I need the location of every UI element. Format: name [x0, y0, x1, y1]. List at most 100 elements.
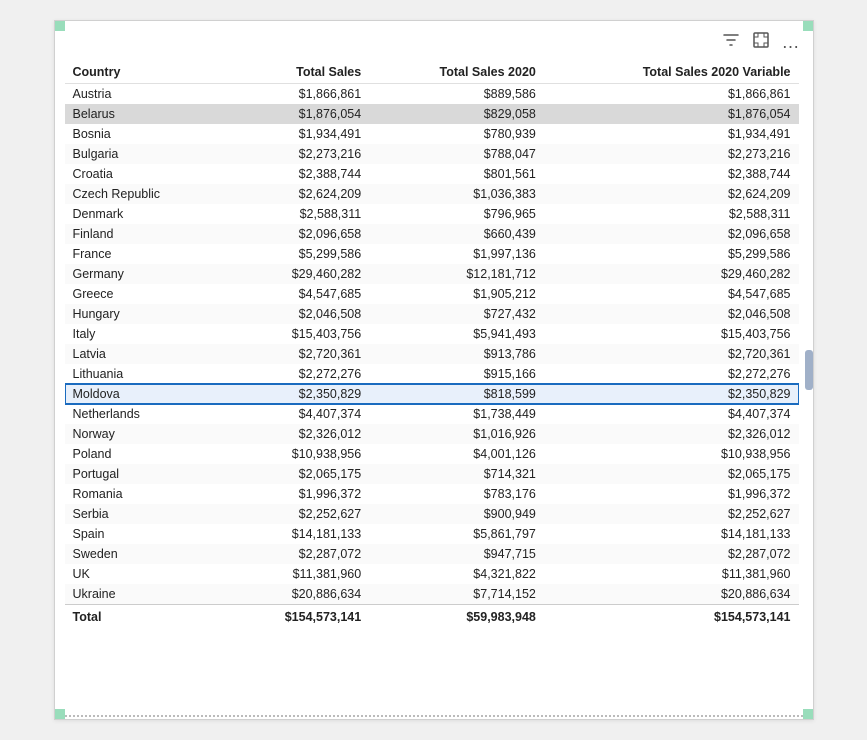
cell-ts2020var: $2,588,311 — [544, 204, 799, 224]
cell-ts2020: $1,016,926 — [369, 424, 544, 444]
col-header-total-sales: Total Sales — [225, 61, 369, 84]
cell-total-sales: $4,547,685 — [225, 284, 369, 304]
cell-country: Finland — [65, 224, 226, 244]
table-row[interactable]: Lithuania$2,272,276$915,166$2,272,276 — [65, 364, 799, 384]
expand-icon[interactable] — [750, 29, 772, 56]
table-row[interactable]: Bulgaria$2,273,216$788,047$2,273,216 — [65, 144, 799, 164]
cell-ts2020var: $2,624,209 — [544, 184, 799, 204]
table-row[interactable]: Romania$1,996,372$783,176$1,996,372 — [65, 484, 799, 504]
col-header-country: Country — [65, 61, 226, 84]
cell-total-sales: $1,876,054 — [225, 104, 369, 124]
panel: … Country Total Sales Total Sales 2020 T… — [54, 20, 814, 720]
table-row[interactable]: Italy$15,403,756$5,941,493$15,403,756 — [65, 324, 799, 344]
cell-total-sales: $15,403,756 — [225, 324, 369, 344]
cell-ts2020: $7,714,152 — [369, 584, 544, 605]
cell-ts2020var: $14,181,133 — [544, 524, 799, 544]
cell-ts2020: $783,176 — [369, 484, 544, 504]
cell-ts2020var: $2,326,012 — [544, 424, 799, 444]
table-row[interactable]: Moldova$2,350,829$818,599$2,350,829 — [65, 384, 799, 404]
cell-total-sales: $2,065,175 — [225, 464, 369, 484]
cell-total-sales: $2,046,508 — [225, 304, 369, 324]
cell-country: Latvia — [65, 344, 226, 364]
table-row[interactable]: Poland$10,938,956$4,001,126$10,938,956 — [65, 444, 799, 464]
table-row[interactable]: UK$11,381,960$4,321,822$11,381,960 — [65, 564, 799, 584]
cell-country: France — [65, 244, 226, 264]
table-row[interactable]: Sweden$2,287,072$947,715$2,287,072 — [65, 544, 799, 564]
total-ts2020var: $154,573,141 — [544, 605, 799, 628]
cell-ts2020: $1,905,212 — [369, 284, 544, 304]
cell-country: Austria — [65, 84, 226, 105]
cell-ts2020: $4,001,126 — [369, 444, 544, 464]
table-row[interactable]: Portugal$2,065,175$714,321$2,065,175 — [65, 464, 799, 484]
table-row[interactable]: Czech Republic$2,624,209$1,036,383$2,624… — [65, 184, 799, 204]
cell-total-sales: $14,181,133 — [225, 524, 369, 544]
cell-country: Hungary — [65, 304, 226, 324]
table-row[interactable]: Germany$29,460,282$12,181,712$29,460,282 — [65, 264, 799, 284]
cell-total-sales: $2,252,627 — [225, 504, 369, 524]
cell-country: Belarus — [65, 104, 226, 124]
table-row[interactable]: Denmark$2,588,311$796,965$2,588,311 — [65, 204, 799, 224]
table-total-row: Total$154,573,141$59,983,948$154,573,141 — [65, 605, 799, 628]
cell-ts2020: $1,997,136 — [369, 244, 544, 264]
more-options-icon[interactable]: … — [780, 30, 803, 55]
filter-icon[interactable] — [720, 29, 742, 56]
table-row[interactable]: Ukraine$20,886,634$7,714,152$20,886,634 — [65, 584, 799, 605]
cell-country: Moldova — [65, 384, 226, 404]
cell-total-sales: $1,866,861 — [225, 84, 369, 105]
table-row[interactable]: Norway$2,326,012$1,016,926$2,326,012 — [65, 424, 799, 444]
cell-ts2020var: $2,388,744 — [544, 164, 799, 184]
cell-country: Lithuania — [65, 364, 226, 384]
table-row[interactable]: Latvia$2,720,361$913,786$2,720,361 — [65, 344, 799, 364]
cell-total-sales: $2,273,216 — [225, 144, 369, 164]
cell-total-sales: $2,350,829 — [225, 384, 369, 404]
cell-ts2020var: $1,996,372 — [544, 484, 799, 504]
total-sales: $154,573,141 — [225, 605, 369, 628]
cell-country: Denmark — [65, 204, 226, 224]
cell-country: Croatia — [65, 164, 226, 184]
cell-total-sales: $10,938,956 — [225, 444, 369, 464]
table-row[interactable]: Austria$1,866,861$889,586$1,866,861 — [65, 84, 799, 105]
cell-country: Germany — [65, 264, 226, 284]
cell-ts2020: $1,036,383 — [369, 184, 544, 204]
cell-total-sales: $2,388,744 — [225, 164, 369, 184]
cell-ts2020: $947,715 — [369, 544, 544, 564]
resize-handle-right[interactable] — [805, 350, 813, 390]
table-row[interactable]: Bosnia$1,934,491$780,939$1,934,491 — [65, 124, 799, 144]
data-table: Country Total Sales Total Sales 2020 Tot… — [65, 61, 799, 627]
cell-ts2020: $780,939 — [369, 124, 544, 144]
corner-bl-handle[interactable] — [55, 709, 65, 719]
col-header-ts2020var: Total Sales 2020 Variable — [544, 61, 799, 84]
corner-br-handle[interactable] — [803, 709, 813, 719]
outer-container: … Country Total Sales Total Sales 2020 T… — [0, 0, 867, 740]
cell-ts2020var: $4,547,685 — [544, 284, 799, 304]
cell-country: Czech Republic — [65, 184, 226, 204]
cell-ts2020var: $11,381,960 — [544, 564, 799, 584]
table-row[interactable]: Serbia$2,252,627$900,949$2,252,627 — [65, 504, 799, 524]
table-row[interactable]: Finland$2,096,658$660,439$2,096,658 — [65, 224, 799, 244]
table-row[interactable]: Greece$4,547,685$1,905,212$4,547,685 — [65, 284, 799, 304]
cell-country: Bulgaria — [65, 144, 226, 164]
table-row[interactable]: France$5,299,586$1,997,136$5,299,586 — [65, 244, 799, 264]
table-row[interactable]: Spain$14,181,133$5,861,797$14,181,133 — [65, 524, 799, 544]
cell-country: Romania — [65, 484, 226, 504]
corner-tl-handle[interactable] — [55, 21, 65, 31]
cell-ts2020var: $1,876,054 — [544, 104, 799, 124]
cell-total-sales: $2,287,072 — [225, 544, 369, 564]
table-row[interactable]: Belarus$1,876,054$829,058$1,876,054 — [65, 104, 799, 124]
table-row[interactable]: Hungary$2,046,508$727,432$2,046,508 — [65, 304, 799, 324]
cell-total-sales: $2,096,658 — [225, 224, 369, 244]
cell-ts2020var: $2,720,361 — [544, 344, 799, 364]
cell-ts2020: $818,599 — [369, 384, 544, 404]
cell-ts2020: $889,586 — [369, 84, 544, 105]
cell-country: Bosnia — [65, 124, 226, 144]
cell-ts2020: $714,321 — [369, 464, 544, 484]
cell-country: UK — [65, 564, 226, 584]
table-row[interactable]: Croatia$2,388,744$801,561$2,388,744 — [65, 164, 799, 184]
cell-country: Poland — [65, 444, 226, 464]
table-row[interactable]: Netherlands$4,407,374$1,738,449$4,407,37… — [65, 404, 799, 424]
cell-ts2020var: $2,096,658 — [544, 224, 799, 244]
cell-ts2020: $5,861,797 — [369, 524, 544, 544]
toolbar: … — [720, 29, 803, 56]
cell-country: Serbia — [65, 504, 226, 524]
corner-tr-handle[interactable] — [803, 21, 813, 31]
